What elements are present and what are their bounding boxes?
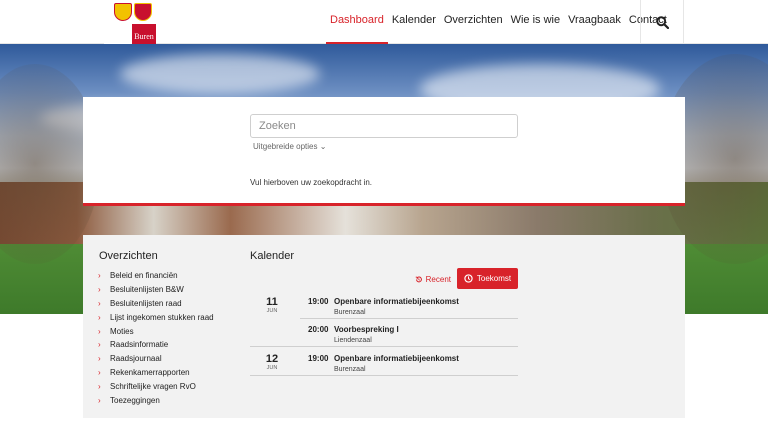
list-item[interactable]: › Besluitenlijsten B&W <box>98 283 214 297</box>
content-panel: Overzichten › Beleid en financiën › Beslui… <box>83 235 685 418</box>
logo-label: Buren <box>132 24 156 44</box>
divider <box>250 375 518 376</box>
event-location: Liendenzaal <box>334 337 372 344</box>
toekomst-button[interactable]: Toekomst <box>457 268 518 289</box>
chevron-right-icon: › <box>98 340 101 350</box>
chevron-right-icon: › <box>98 312 101 322</box>
event-time: 19:00 <box>308 354 329 363</box>
main-nav: Dashboard Kalender Overzichten Wie is wi… <box>326 0 671 44</box>
list-item-label: Lijst ingekomen stukken raad <box>110 312 214 322</box>
coat-of-arms-right-icon <box>134 3 152 21</box>
recent-button-label: Recent <box>425 274 451 284</box>
event-month: JUN <box>266 365 278 371</box>
list-item-label: Schriftelijke vragen RvO <box>110 381 196 391</box>
nav-vraagbaak[interactable]: Vraagbaak <box>564 0 625 44</box>
list-item[interactable]: › Raadsjournaal <box>98 352 214 366</box>
coat-of-arms-left-icon <box>114 3 132 21</box>
chevron-right-icon: › <box>98 367 101 377</box>
event-location: Burenzaal <box>334 309 366 316</box>
clock-icon <box>464 274 473 283</box>
nav-dashboard[interactable]: Dashboard <box>326 0 388 44</box>
search-icon <box>655 15 669 29</box>
divider <box>300 318 518 319</box>
top-navigation-bar: Buren Dashboard Kalender Overzichten Wie… <box>0 0 768 44</box>
list-item[interactable]: › Lijst ingekomen stukken raad <box>98 310 214 324</box>
chevron-right-icon: › <box>98 285 101 295</box>
list-item[interactable]: › Raadsinformatie <box>98 338 214 352</box>
list-item[interactable]: › Moties <box>98 324 214 338</box>
list-item-label: Rekenkamerrapporten <box>110 367 190 377</box>
toekomst-button-label: Toekomst <box>476 274 512 283</box>
nav-wie-is-wie[interactable]: Wie is wie <box>507 0 565 44</box>
event-day: 11 <box>266 296 278 308</box>
event-time: 20:00 <box>308 325 329 334</box>
event-title: Openbare informatiebijeenkomst <box>334 354 459 363</box>
list-item-label: Moties <box>110 326 134 336</box>
chevron-right-icon: › <box>98 298 101 308</box>
list-item-label: Raadsjournaal <box>110 354 162 364</box>
event-title: Voorbespreking I <box>334 325 399 334</box>
event-location: Burenzaal <box>334 366 366 373</box>
list-item-label: Besluitenlijsten B&W <box>110 285 184 295</box>
event-day: 12 <box>265 353 279 365</box>
event-title: Openbare informatiebijeenkomst <box>334 297 459 306</box>
overzichten-title: Overzichten <box>99 250 158 262</box>
history-icon <box>415 275 422 282</box>
chevron-right-icon: › <box>98 381 101 391</box>
event-month: JUN <box>266 308 278 314</box>
overzichten-list: › Beleid en financiën › Besluitenlijsten B… <box>98 269 214 407</box>
list-item-label: Besluitenlijsten raad <box>110 298 182 308</box>
list-item-label: Toezeggingen <box>110 395 160 405</box>
chevron-right-icon: › <box>98 271 101 281</box>
nav-kalender[interactable]: Kalender <box>388 0 440 44</box>
chevron-right-icon: › <box>98 395 101 405</box>
municipality-logo[interactable]: Buren <box>104 0 156 44</box>
chevron-right-icon: › <box>98 354 101 364</box>
recent-button[interactable]: Recent <box>415 269 451 289</box>
list-item-label: Beleid en financiën <box>110 271 178 281</box>
search-input[interactable] <box>250 114 518 138</box>
list-item[interactable]: › Schriftelijke vragen RvO <box>98 379 214 393</box>
kalender-title: Kalender <box>250 250 295 262</box>
nav-overzichten[interactable]: Overzichten <box>440 0 507 44</box>
event-time: 19:00 <box>308 297 329 306</box>
list-item-label: Raadsinformatie <box>110 340 169 350</box>
search-hint-text: Vul hierboven uw zoekopdracht in. <box>250 178 372 187</box>
divider <box>250 346 518 347</box>
chevron-down-icon: ⌄ <box>319 142 327 151</box>
chevron-right-icon: › <box>98 326 101 336</box>
list-item[interactable]: › Rekenkamerrapporten <box>98 366 214 380</box>
list-item[interactable]: › Beleid en financiën <box>98 269 214 283</box>
list-item[interactable]: › Besluitenlijsten raad <box>98 297 214 311</box>
search-toggle-button[interactable] <box>640 0 684 44</box>
search-card: Uitgebreide opties ⌄ Vul hierboven uw zo… <box>83 97 685 206</box>
advanced-options-label: Uitgebreide opties <box>253 142 318 151</box>
advanced-options-link[interactable]: Uitgebreide opties ⌄ <box>253 142 326 151</box>
list-item[interactable]: › Toezeggingen <box>98 393 214 407</box>
